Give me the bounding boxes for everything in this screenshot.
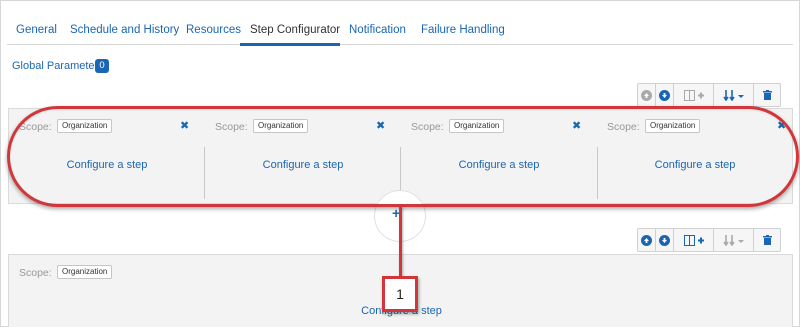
move-down-button[interactable] [656,229,674,251]
configure-step-link[interactable]: Configure a step [401,159,597,171]
add-column-button[interactable] [674,229,714,251]
close-icon[interactable]: ✖ [777,119,786,132]
active-tab-indicator [240,43,340,46]
trash-icon [762,235,772,245]
callout-number-badge: 1 [382,276,418,312]
row-2-toolbar [637,228,781,252]
tab-step-configurator[interactable]: Step Configurator [250,24,340,36]
scope-label: Scope: [19,267,52,279]
move-up-icon [641,89,652,101]
sort-icon [722,89,744,101]
scope-label: Scope: [215,121,248,133]
scope-label: Scope: [411,121,444,133]
move-down-icon [659,89,670,101]
step-cell-2: Scope: Organization ✖ Configure a step [205,109,401,203]
step-cell-1: Scope: Organization ✖ Configure a step [9,109,205,203]
tab-general[interactable]: General [16,24,57,36]
tab-resources[interactable]: Resources [186,24,241,36]
sort-dropdown-button[interactable] [714,84,754,106]
move-up-icon [641,234,652,246]
tab-notification[interactable]: Notification [349,24,406,36]
tab-schedule-and-history[interactable]: Schedule and History [70,24,179,36]
scope-select[interactable]: Organization [253,119,309,133]
move-up-button[interactable] [638,229,656,251]
close-icon[interactable]: ✖ [376,119,385,132]
close-icon[interactable]: ✖ [572,119,581,132]
scope-select[interactable]: Organization [57,119,113,133]
tab-bar: General Schedule and History Resources S… [7,15,793,45]
move-down-button[interactable] [656,84,674,106]
add-column-icon [683,89,704,101]
scope-select[interactable]: Organization [645,119,701,133]
sort-icon [722,234,744,246]
delete-row-button[interactable] [754,84,780,106]
global-parameters-link[interactable]: Global Parameters [12,60,104,72]
configure-step-link[interactable]: Configure a step [9,159,205,171]
configure-step-link[interactable]: Configure a step [205,159,401,171]
step-cell-3: Scope: Organization ✖ Configure a step [401,109,597,203]
close-icon[interactable]: ✖ [180,119,189,132]
sort-dropdown-button[interactable] [714,229,754,251]
add-column-icon [683,234,704,246]
scope-label: Scope: [19,121,52,133]
tab-failure-handling[interactable]: Failure Handling [421,24,505,36]
row-1-toolbar [637,83,781,107]
move-down-icon [659,234,670,246]
add-column-button[interactable] [674,84,714,106]
trash-icon [762,90,772,100]
move-up-button[interactable] [638,84,656,106]
configure-step-link[interactable]: Configure a step [597,159,793,171]
step-cell-4: Scope: Organization ✖ Configure a step [597,109,793,203]
delete-row-button[interactable] [754,229,780,251]
scope-select[interactable]: Organization [57,265,113,279]
scope-label: Scope: [607,121,640,133]
scope-select[interactable]: Organization [449,119,505,133]
callout-line [399,206,402,278]
global-parameters-count-badge: 0 [95,59,109,73]
